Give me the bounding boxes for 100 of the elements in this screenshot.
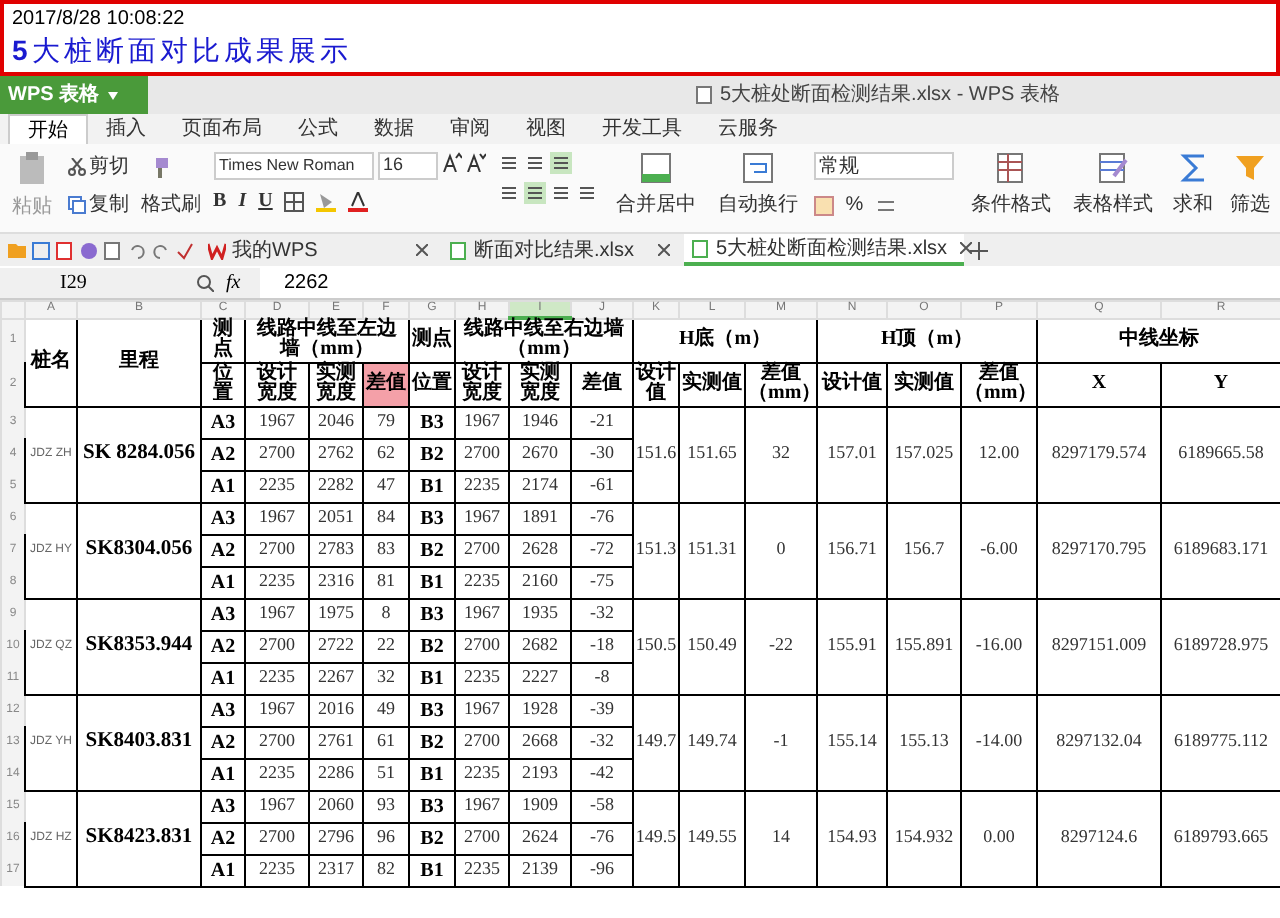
wrap-text-button[interactable]: 自动换行 — [715, 144, 802, 220]
table-cell: 150.5 — [633, 598, 679, 694]
cut-button[interactable]: 剪切 — [89, 152, 130, 182]
format-painter-button[interactable]: 格式刷 — [141, 190, 202, 220]
table-cell: 2235 — [245, 758, 309, 790]
ribbon-tab[interactable]: 开发工具 — [584, 114, 700, 144]
table-cell: 2762 — [309, 438, 363, 470]
table-cell: 2282 — [309, 470, 363, 502]
table-cell: -16.00 — [961, 598, 1037, 694]
table-cell: 2046 — [309, 406, 363, 438]
table-cell: SK8403.831 — [77, 694, 201, 790]
table-cell: 93 — [363, 790, 409, 822]
percent-button[interactable]: % — [845, 190, 864, 220]
table-cell: 156.71 — [817, 502, 887, 598]
table-cell: 157.01 — [817, 406, 887, 502]
cell-reference-box[interactable]: I29 — [0, 267, 156, 297]
ribbon-tab[interactable]: 审阅 — [432, 114, 508, 144]
table-cell: A3 — [201, 790, 245, 822]
formula-input[interactable]: 2262 — [260, 267, 1280, 297]
table-cell: 32 — [745, 406, 817, 502]
table-cell: 1935 — [509, 598, 571, 630]
header-cell: 测点 — [201, 318, 245, 362]
table-cell: 149.7 — [633, 694, 679, 790]
table-cell: 2316 — [309, 566, 363, 598]
bold-button[interactable]: B — [213, 186, 227, 216]
table-cell: 1967 — [245, 406, 309, 438]
merge-center-button[interactable]: 合并居中 — [609, 144, 704, 220]
table-cell: A1 — [201, 662, 245, 694]
ribbon-tab[interactable]: 云服务 — [700, 114, 796, 144]
table-cell: 2668 — [509, 726, 571, 758]
table-cell: 2235 — [245, 566, 309, 598]
paste-button[interactable]: 粘贴 — [11, 192, 52, 222]
font-size-dropdown[interactable]: 16 — [377, 152, 438, 180]
table-cell: -39 — [571, 694, 633, 726]
table-cell: 1967 — [245, 694, 309, 726]
ribbon-tab[interactable]: 插入 — [88, 114, 164, 144]
ribbon-tab[interactable]: 公式 — [280, 114, 356, 144]
table-cell: 0 — [745, 502, 817, 598]
table-cell: 2700 — [245, 438, 309, 470]
table-cell: 2235 — [245, 470, 309, 502]
table-cell: 154.932 — [887, 790, 961, 886]
table-cell: 79 — [363, 406, 409, 438]
table-cell: B2 — [409, 822, 455, 854]
table-cell: A1 — [201, 566, 245, 598]
table-cell: B3 — [409, 406, 455, 438]
document-tab[interactable]: 我的WPS — [200, 234, 436, 266]
ribbon-tab[interactable]: 数据 — [356, 114, 432, 144]
conditional-format-button[interactable]: 条件格式 — [965, 144, 1056, 220]
table-cell: A2 — [201, 438, 245, 470]
underline-button[interactable]: U — [258, 186, 273, 216]
table-cell: -14.00 — [961, 694, 1037, 790]
table-cell: 8 — [363, 598, 409, 630]
table-cell: 1975 — [309, 598, 363, 630]
header-cell: 里程 — [77, 318, 201, 406]
table-cell: 12.00 — [961, 406, 1037, 502]
table-cell: 8297170.795 — [1037, 502, 1161, 598]
table-cell: 151.65 — [679, 406, 745, 502]
copy-button[interactable]: 复制 — [89, 190, 130, 220]
table-cell: A1 — [201, 470, 245, 502]
table-cell: A1 — [201, 758, 245, 790]
table-cell: 2235 — [455, 854, 509, 886]
table-cell: 156.7 — [887, 502, 961, 598]
number-format-dropdown[interactable]: 常规 — [813, 152, 954, 180]
filter-button[interactable]: 筛选 — [1228, 144, 1273, 220]
table-cell: -32 — [571, 598, 633, 630]
app-menu-button[interactable]: WPS 表格 — [0, 76, 148, 114]
table-cell: 2227 — [509, 662, 571, 694]
ribbon-tab[interactable]: 页面布局 — [164, 114, 280, 144]
table-cell: 0.00 — [961, 790, 1037, 886]
table-cell: 2700 — [245, 822, 309, 854]
table-cell: 2700 — [455, 726, 509, 758]
table-cell: 96 — [363, 822, 409, 854]
table-cell: 155.91 — [817, 598, 887, 694]
header-cell: 差值 — [571, 362, 633, 406]
italic-button[interactable]: I — [238, 186, 247, 216]
header-cell: 实测值 — [679, 362, 745, 406]
header-cell: X — [1037, 362, 1161, 406]
table-style-button[interactable]: 表格样式 — [1067, 144, 1158, 220]
table-cell: 51 — [363, 758, 409, 790]
table-cell: 2016 — [309, 694, 363, 726]
table-cell: 151.6 — [633, 406, 679, 502]
sum-button[interactable]: 求和 — [1169, 144, 1217, 220]
document-tab[interactable]: 断面对比结果.xlsx — [442, 234, 678, 266]
ribbon-tab[interactable]: 开始 — [8, 114, 88, 144]
table-cell: 84 — [363, 502, 409, 534]
table-cell: 2193 — [509, 758, 571, 790]
table-cell: 2700 — [455, 630, 509, 662]
ribbon-tab[interactable]: 视图 — [508, 114, 584, 144]
header-cell: 线路中线至右边墙（mm） — [455, 318, 633, 362]
table-cell: B3 — [409, 790, 455, 822]
table-cell: 61 — [363, 726, 409, 758]
table-cell: 2286 — [309, 758, 363, 790]
header-cell: 位置 — [409, 362, 455, 406]
table-cell: 2160 — [509, 566, 571, 598]
table-cell: 2700 — [245, 630, 309, 662]
table-cell: A3 — [201, 598, 245, 630]
table-cell: 2700 — [245, 534, 309, 566]
font-dropdown[interactable]: Times New Roman — [213, 152, 374, 180]
table-cell: 1967 — [455, 406, 509, 438]
table-cell: 2628 — [509, 534, 571, 566]
